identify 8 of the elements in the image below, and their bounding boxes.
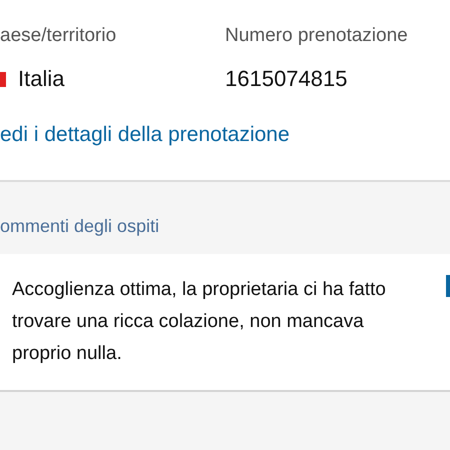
field-label: Numero prenotazione <box>225 24 409 48</box>
booking-details-link[interactable]: edi i dettagli della prenotazione <box>0 122 450 148</box>
field-label: aese/territorio <box>0 24 118 48</box>
field-value: 1615074815 <box>225 66 348 92</box>
flag-icon <box>0 72 6 86</box>
field-value: Italia <box>18 66 64 92</box>
comment-text: Accoglienza ottima, la proprietaria ci ha fatto trovare una ricca colazione, non mancava proprio nulla. <box>12 278 387 366</box>
section-heading: ommenti degli ospiti <box>0 215 160 238</box>
